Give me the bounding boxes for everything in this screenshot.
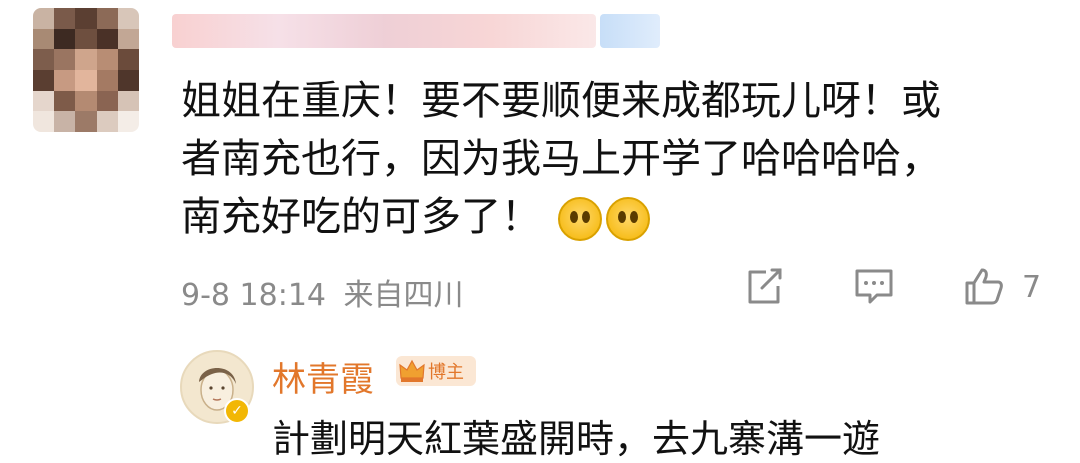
verified-icon: ✓ [224,398,250,424]
commenter-badge-blurred [600,14,660,48]
like-count: 7 [1022,270,1042,305]
comment-timestamp: 9-8 18:14 [181,278,326,313]
comment-meta: 9-8 18:14 来自四川 [181,270,464,314]
pray-emoji-icon [557,197,602,241]
reply-author-name[interactable]: 林青霞 [272,352,374,401]
crown-icon [399,359,425,382]
comment-line-3: 南充好吃的可多了！ [181,188,1041,246]
comment-text: 姐姐在重庆！要不要顺便来成都玩儿呀！或 者南充也行，因为我马上开学了哈哈哈哈， … [181,72,1041,246]
commenter-avatar[interactable] [33,8,139,132]
comment-line-2: 者南充也行，因为我马上开学了哈哈哈哈， [181,136,941,182]
like-thumb-icon[interactable] [962,264,1006,308]
author-badge-label: 博主 [428,362,464,383]
pray-emoji-icon [605,197,650,241]
commenter-name-blurred[interactable] [172,14,596,48]
reply-comment-icon[interactable] [852,264,896,308]
reply-text: 計劃明天紅葉盛開時，去九寨溝一遊 [272,417,881,461]
comment-line-1: 姐姐在重庆！要不要顺便来成都玩儿呀！或 [181,78,941,124]
comment-line-3-text: 南充好吃的可多了！ [181,194,541,240]
comment-location: 来自四川 [343,278,464,313]
share-icon[interactable] [742,264,786,308]
author-badge: 博主 [396,356,476,386]
